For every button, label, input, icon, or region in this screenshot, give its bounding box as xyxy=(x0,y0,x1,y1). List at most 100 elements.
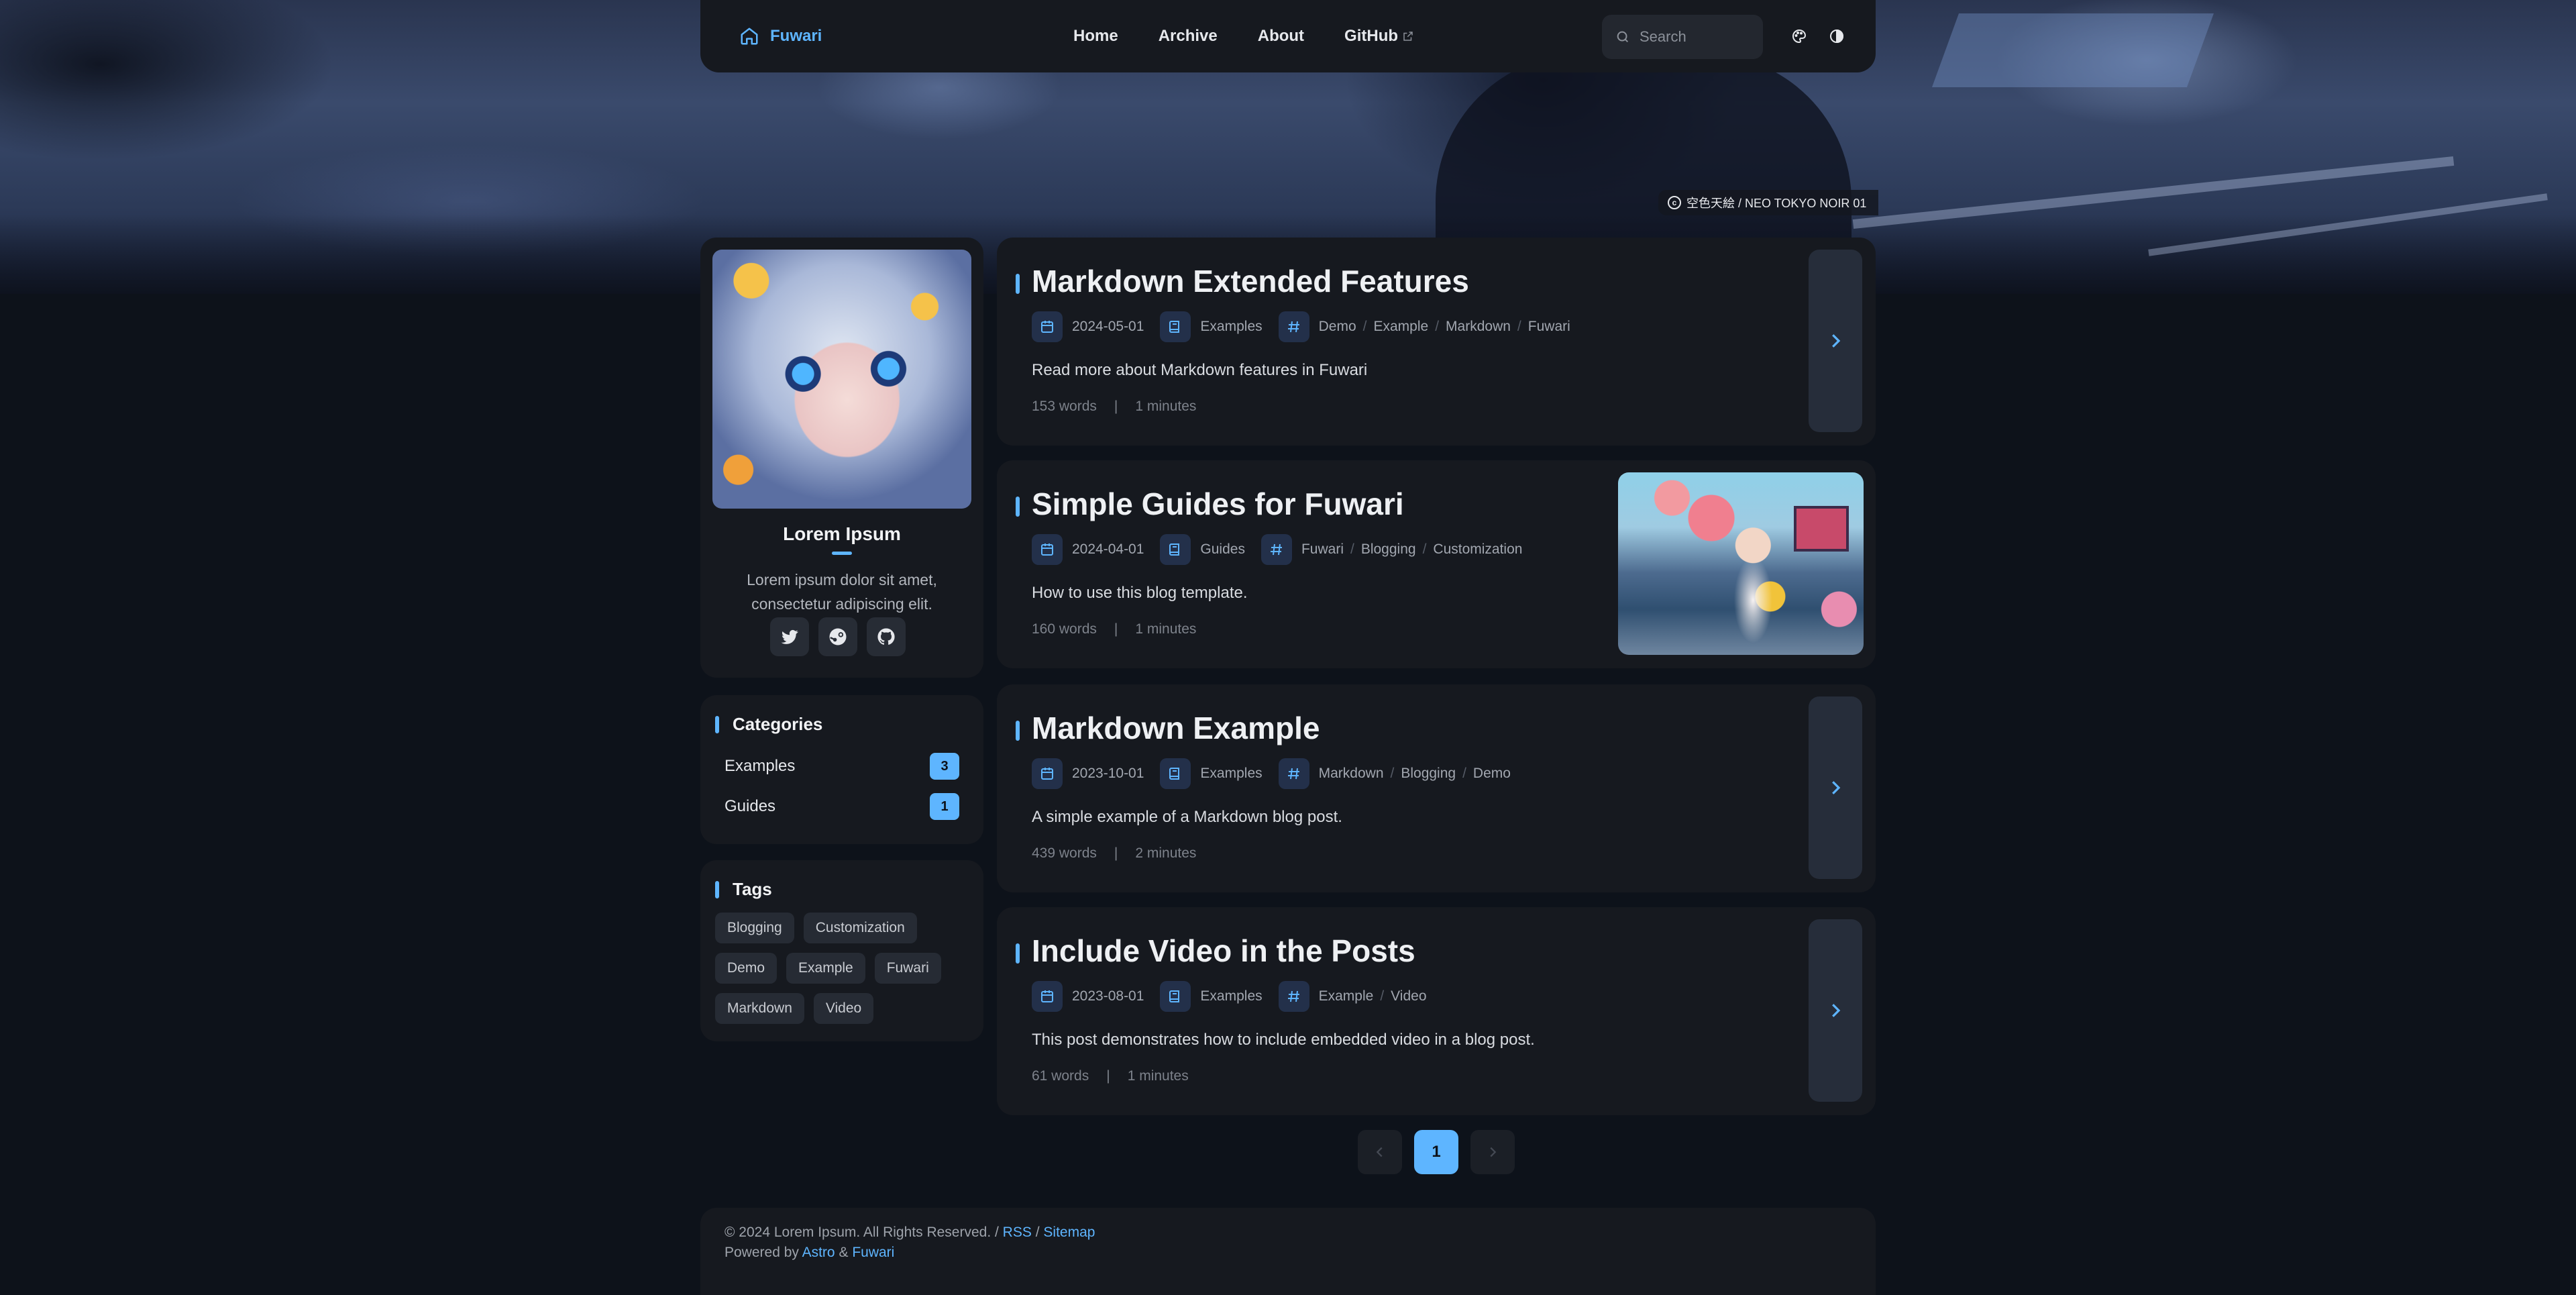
category-count-badge: 3 xyxy=(930,753,959,780)
title-accent-bar xyxy=(1016,497,1020,517)
palette-button[interactable] xyxy=(1783,20,1815,52)
prev-page-button[interactable] xyxy=(1358,1130,1402,1174)
category-item-examples[interactable]: Examples 3 xyxy=(724,753,959,780)
category-label: Guides xyxy=(724,797,776,815)
theme-toggle-button[interactable] xyxy=(1821,20,1853,52)
post-title[interactable]: Include Video in the Posts xyxy=(1032,933,1415,969)
post-card: Include Video in the Posts 2023-08-01 Ex… xyxy=(997,907,1876,1115)
post-tag-link[interactable]: Markdown xyxy=(1319,766,1384,781)
github-icon xyxy=(877,628,895,645)
nav-archive[interactable]: Archive xyxy=(1138,27,1238,46)
twitter-icon xyxy=(781,629,798,644)
footer-line-1: © 2024 Lorem Ipsum. All Rights Reserved.… xyxy=(724,1223,1851,1243)
next-page-button[interactable] xyxy=(1470,1130,1515,1174)
book-icon xyxy=(1160,981,1191,1012)
page-1-button[interactable]: 1 xyxy=(1414,1130,1458,1174)
reading-time: 1 minutes xyxy=(1135,399,1197,414)
nav-github[interactable]: GitHub xyxy=(1324,27,1434,46)
reading-time: 1 minutes xyxy=(1135,621,1197,637)
post-date-group: 2023-08-01 xyxy=(1032,981,1144,1012)
post-category-group[interactable]: Examples xyxy=(1160,311,1263,342)
post-tag-link[interactable]: Demo xyxy=(1473,766,1511,781)
calendar-icon xyxy=(1032,981,1063,1012)
enter-post-button[interactable] xyxy=(1809,250,1862,432)
post-tag-link[interactable]: Fuwari xyxy=(1301,541,1344,557)
external-link-icon xyxy=(1403,32,1413,41)
post-meta: 2023-10-01 Examples Markdown / Blogging / De… xyxy=(1032,758,1527,789)
post-title[interactable]: Markdown Example xyxy=(1032,710,1320,746)
profile-bio: Lorem ipsum dolor sit amet, consectetur … xyxy=(747,571,937,613)
post-tags-group: Demo / Example / Markdown / Fuwari xyxy=(1278,311,1570,342)
steam-link[interactable] xyxy=(818,617,857,656)
fuwari-link[interactable]: Fuwari xyxy=(852,1245,894,1260)
post-tag-link[interactable]: Blogging xyxy=(1361,541,1416,557)
twitter-link[interactable] xyxy=(770,617,809,656)
tag-blogging[interactable]: Blogging xyxy=(715,913,794,943)
post-tag-link[interactable]: Example xyxy=(1374,319,1429,334)
post-title[interactable]: Markdown Extended Features xyxy=(1032,263,1469,299)
enter-post-button[interactable] xyxy=(1809,919,1862,1102)
image-credit-text: 空色天絵 / NEO TOKYO NOIR 01 xyxy=(1686,197,1867,210)
post-date: 2024-04-01 xyxy=(1072,541,1144,557)
palette-icon xyxy=(1792,29,1807,44)
category-item-guides[interactable]: Guides 1 xyxy=(724,793,959,820)
search-icon xyxy=(1617,31,1629,43)
post-description: Read more about Markdown features in Fuw… xyxy=(1032,361,1368,379)
post-category: Examples xyxy=(1200,988,1263,1004)
tag-separator: / xyxy=(1517,319,1521,334)
post-category-group[interactable]: Examples xyxy=(1160,981,1263,1012)
title-accent-bar xyxy=(1016,721,1020,741)
post-tag-link[interactable]: Blogging xyxy=(1401,766,1456,781)
post-tag-link[interactable]: Markdown xyxy=(1446,319,1511,334)
post-description: How to use this blog template. xyxy=(1032,584,1248,602)
post-tags-group: Example / Video xyxy=(1278,981,1427,1012)
profile-card: Lorem Ipsum Lorem ipsum dolor sit amet, … xyxy=(700,238,983,678)
navbar: Fuwari Home Archive About GitHub Search xyxy=(700,0,1876,72)
post-cover-image[interactable] xyxy=(1618,472,1864,655)
tag-markdown[interactable]: Markdown xyxy=(715,993,804,1024)
copyright: © 2024 Lorem Ipsum. All Rights Reserved.… xyxy=(724,1225,999,1240)
hash-icon xyxy=(1278,758,1309,789)
post-description: A simple example of a Markdown blog post… xyxy=(1032,808,1342,826)
post-tag-link[interactable]: Video xyxy=(1391,988,1426,1004)
rss-link[interactable]: RSS xyxy=(1003,1225,1032,1240)
hash-icon xyxy=(1260,534,1292,565)
image-credit[interactable]: c 空色天絵 / NEO TOKYO NOIR 01 xyxy=(1658,190,1879,215)
post-tags-group: Fuwari / Blogging / Customization xyxy=(1260,534,1522,565)
calendar-icon xyxy=(1032,311,1063,342)
tag-video[interactable]: Video xyxy=(813,993,874,1024)
tag-fuwari[interactable]: Fuwari xyxy=(874,953,941,984)
post-description: This post demonstrates how to include em… xyxy=(1032,1031,1535,1049)
github-link[interactable] xyxy=(867,617,906,656)
nav-github-label: GitHub xyxy=(1344,27,1399,45)
astro-link[interactable]: Astro xyxy=(802,1245,835,1260)
nav-home[interactable]: Home xyxy=(1053,27,1138,46)
brand-link[interactable]: Fuwari xyxy=(739,26,822,46)
post-tag-link[interactable]: Example xyxy=(1319,988,1374,1004)
hash-icon xyxy=(1278,311,1309,342)
tag-customization[interactable]: Customization xyxy=(803,913,917,943)
tags-card: Tags Blogging Customization Demo Example… xyxy=(700,860,983,1041)
search-box[interactable]: Search xyxy=(1602,15,1763,59)
categories-card: Categories Examples 3 Guides 1 xyxy=(700,695,983,844)
tag-example[interactable]: Example xyxy=(786,953,865,984)
tag-separator: / xyxy=(1362,319,1367,334)
post-stats: 160 words | 1 minutes xyxy=(1032,621,1196,637)
post-tag-link[interactable]: Customization xyxy=(1433,541,1522,557)
sitemap-link[interactable]: Sitemap xyxy=(1043,1225,1095,1240)
tag-demo[interactable]: Demo xyxy=(715,953,777,984)
post-category: Examples xyxy=(1200,766,1263,781)
reading-time: 2 minutes xyxy=(1135,845,1197,861)
post-category-group[interactable]: Guides xyxy=(1160,534,1245,565)
post-category: Examples xyxy=(1200,319,1263,334)
post-tag-link[interactable]: Fuwari xyxy=(1528,319,1570,334)
nav-about[interactable]: About xyxy=(1238,27,1324,46)
post-card: Markdown Example 2023-10-01 Examples Mar… xyxy=(997,684,1876,892)
calendar-icon xyxy=(1032,758,1063,789)
post-category-group[interactable]: Examples xyxy=(1160,758,1263,789)
enter-post-button[interactable] xyxy=(1809,696,1862,879)
post-title[interactable]: Simple Guides for Fuwari xyxy=(1032,486,1404,522)
post-tag-link[interactable]: Demo xyxy=(1319,319,1356,334)
avatar[interactable] xyxy=(712,250,971,509)
title-accent-bar xyxy=(1016,274,1020,294)
